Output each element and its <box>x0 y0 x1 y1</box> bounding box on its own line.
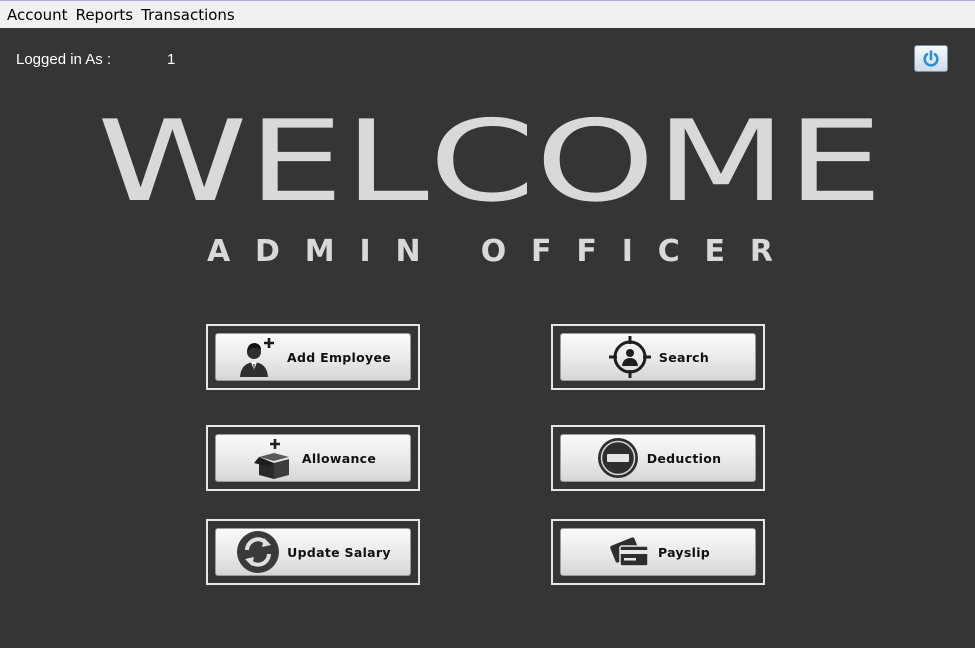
menu-account[interactable]: Account <box>0 2 72 28</box>
logout-button[interactable] <box>914 45 948 72</box>
search-label: Search <box>658 349 710 365</box>
minus-circle-icon <box>595 435 641 481</box>
payslip-frame: Payslip <box>551 519 765 585</box>
subtitle-text: ADMIN OFFICER <box>207 234 773 268</box>
menu-bar: Account Reports Transactions <box>0 0 975 28</box>
welcome-heading: WELCOME <box>97 97 883 216</box>
logged-in-value: 1 <box>167 51 176 68</box>
target-icon <box>607 334 653 380</box>
update-salary-frame: Update Salary <box>206 519 420 585</box>
search-button[interactable]: Search <box>560 333 756 381</box>
search-frame: Search <box>551 324 765 390</box>
deduction-label: Deduction <box>646 450 722 466</box>
deduction-button[interactable]: Deduction <box>560 434 756 482</box>
power-icon <box>923 49 939 67</box>
menu-reports[interactable]: Reports <box>72 2 138 28</box>
update-salary-button[interactable]: Update Salary <box>215 528 411 576</box>
cards-icon <box>606 529 652 575</box>
add-employee-label: Add Employee <box>286 349 391 365</box>
payslip-button[interactable]: Payslip <box>560 528 756 576</box>
deduction-frame: Deduction <box>551 425 765 491</box>
add-box-icon <box>250 435 296 481</box>
refresh-icon <box>235 529 281 575</box>
update-salary-label: Update Salary <box>287 544 391 560</box>
allowance-frame: Allowance <box>206 425 420 491</box>
role-subtitle: ADMIN OFFICER <box>207 234 773 268</box>
add-employee-button[interactable]: Add Employee <box>215 333 411 381</box>
payslip-label: Payslip <box>657 544 711 560</box>
logged-in-label: Logged in As : <box>16 51 112 68</box>
welcome-text: WELCOME <box>97 97 883 216</box>
add-user-icon <box>235 334 281 380</box>
allowance-button[interactable]: Allowance <box>215 434 411 482</box>
add-employee-frame: Add Employee <box>206 324 420 390</box>
menu-transactions[interactable]: Transactions <box>137 2 239 28</box>
allowance-label: Allowance <box>301 450 377 466</box>
